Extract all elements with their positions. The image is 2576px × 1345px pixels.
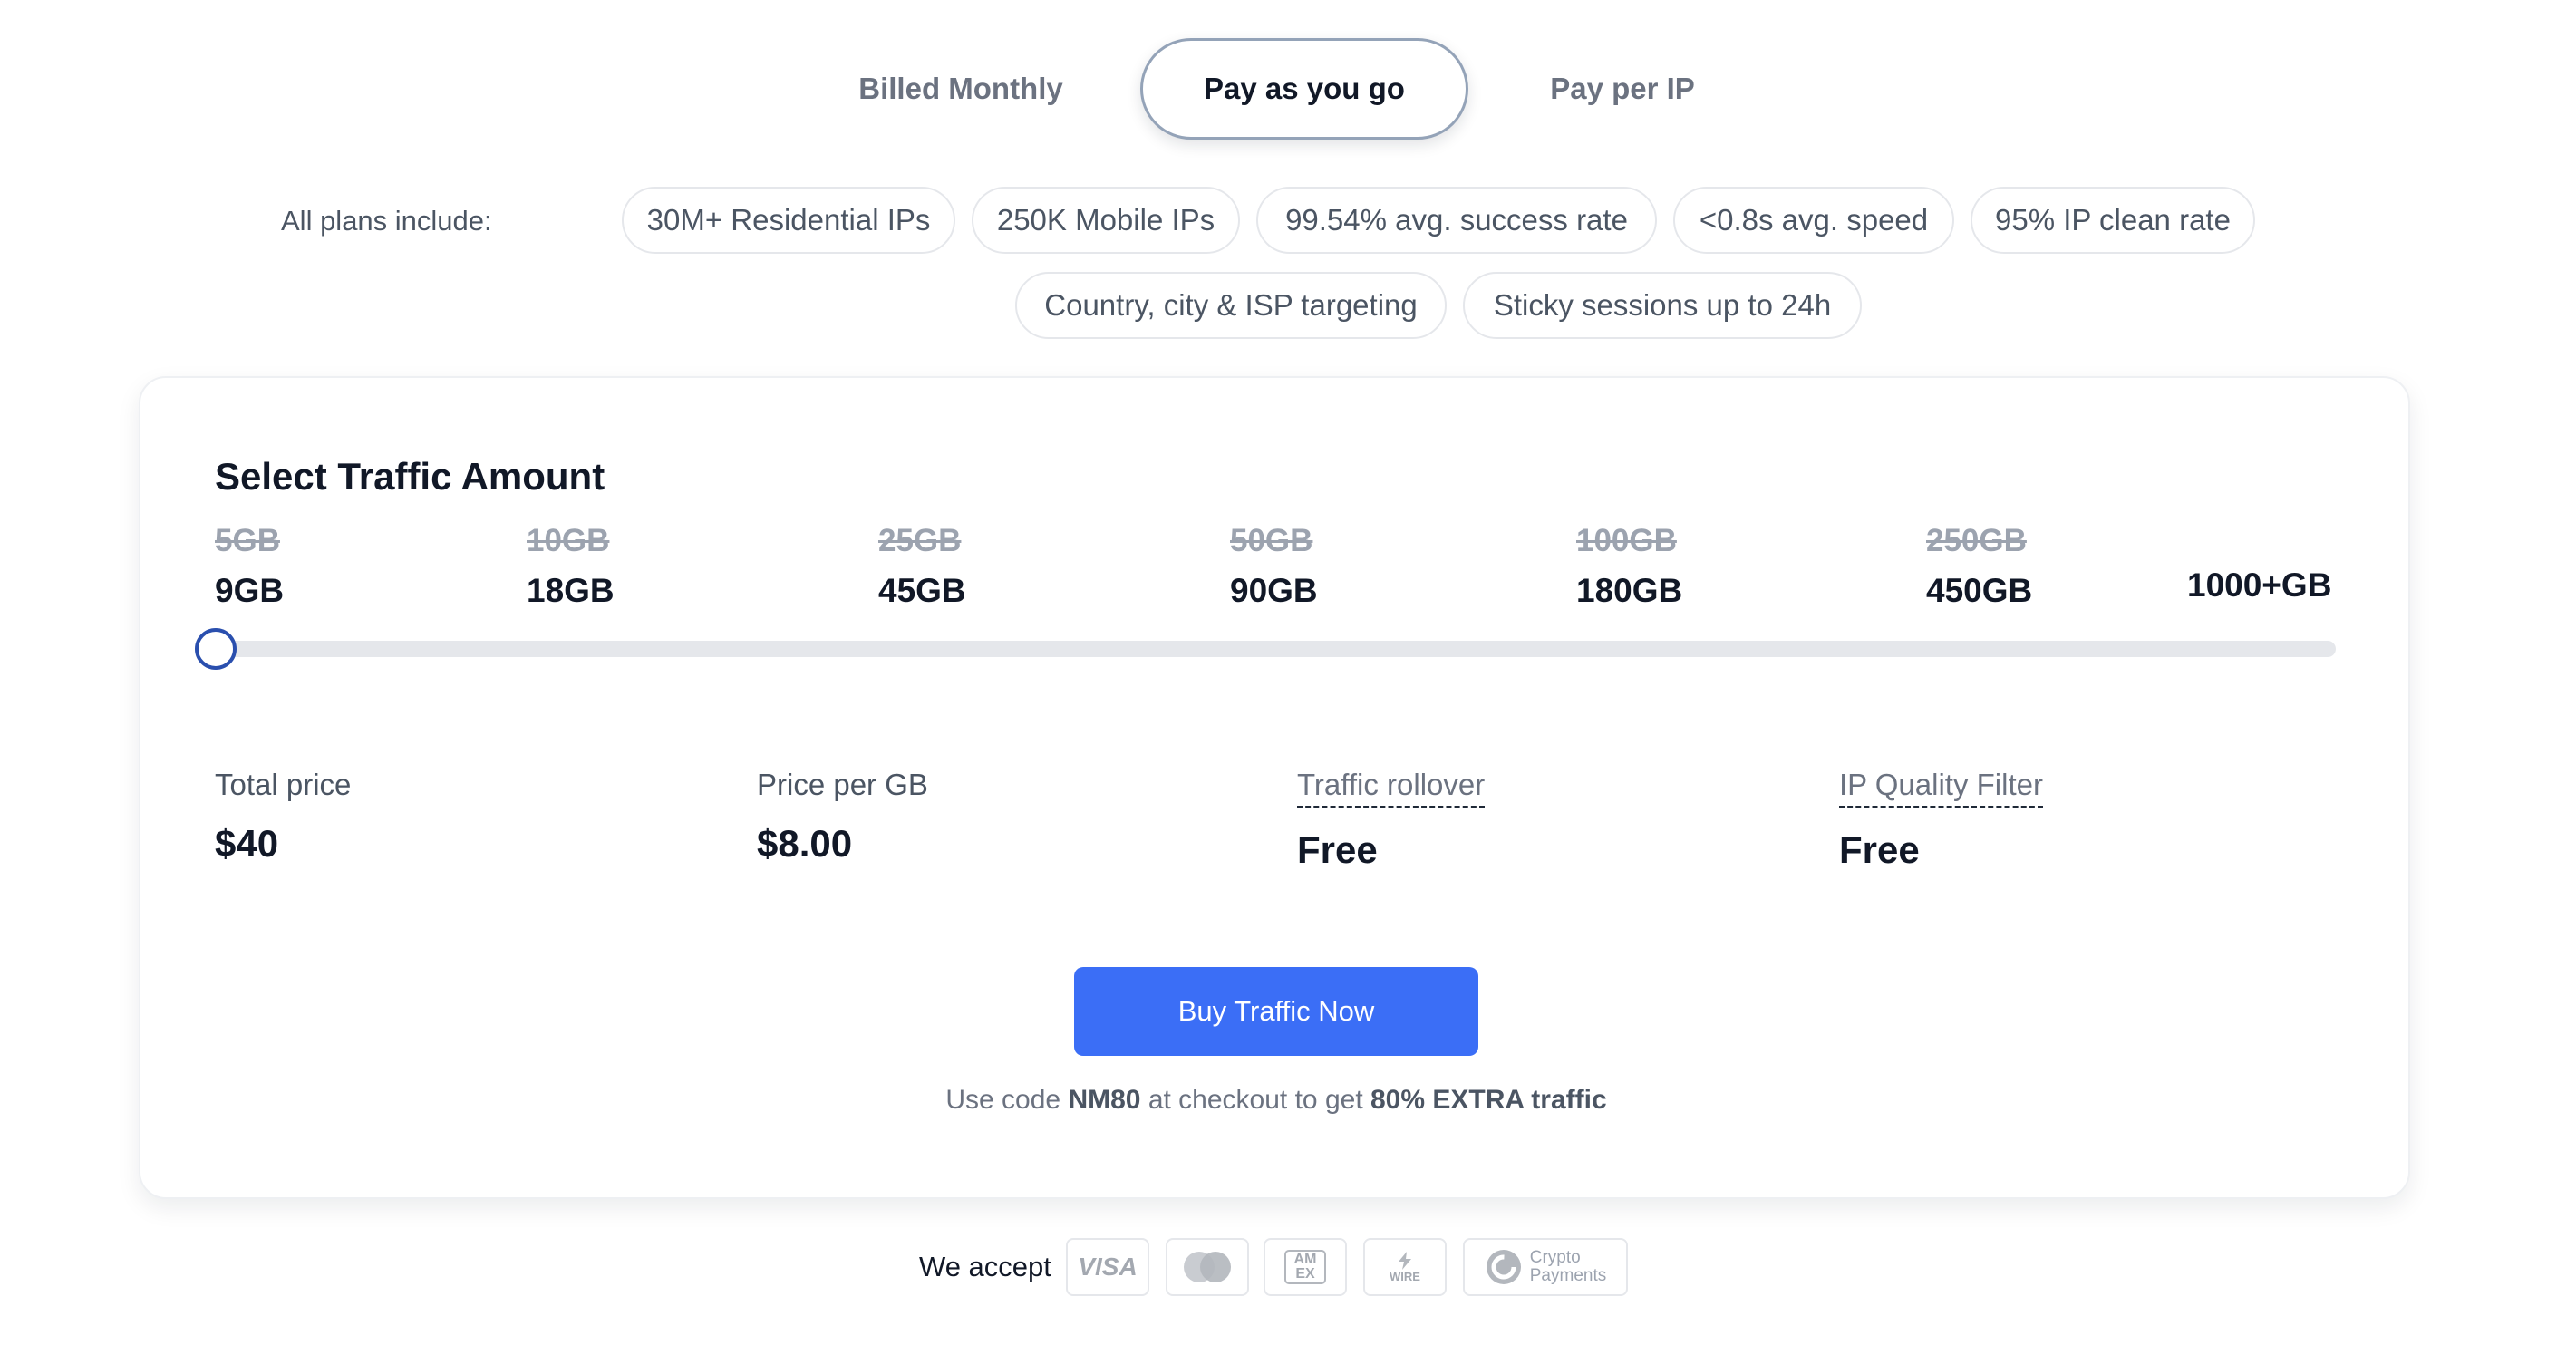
stat-traffic-rollover: Traffic rollover Free — [1297, 768, 1486, 872]
visa-text: VISA — [1078, 1253, 1138, 1281]
promo-code: NM80 — [1068, 1085, 1141, 1115]
tier-option[interactable]: 5GB 9GB — [215, 523, 284, 610]
tier-old-amount: 5GB — [215, 523, 280, 558]
promo-bonus: 80% EXTRA traffic — [1370, 1085, 1607, 1115]
tier-option[interactable]: 50GB 90GB — [1230, 523, 1318, 610]
traffic-slider-thumb[interactable] — [195, 628, 237, 670]
mastercard-icon — [1166, 1238, 1249, 1296]
stat-value: $40 — [215, 822, 279, 865]
tier-option[interactable]: 100GB 180GB — [1576, 523, 1682, 610]
stat-total-price: Total price $40 — [215, 768, 351, 866]
tab-billed-monthly[interactable]: Billed Monthly — [834, 38, 1088, 140]
tab-pay-as-you-go[interactable]: Pay as you go — [1140, 38, 1468, 140]
mastercard-circles-icon — [1184, 1252, 1231, 1282]
traffic-card: Select Traffic Amount 5GB 9GB 10GB 18GB … — [139, 376, 2410, 1199]
crypto-label: Crypto Payments — [1530, 1249, 1606, 1285]
tier-old-amount: 25GB — [878, 523, 962, 558]
tier-new-amount: 45GB — [878, 572, 966, 609]
tier-old-amount: 100GB — [1576, 523, 1677, 558]
tier-old-amount: 50GB — [1230, 523, 1313, 558]
visa-icon: VISA — [1066, 1238, 1149, 1296]
promo-middle: at checkout to get — [1148, 1085, 1363, 1115]
amex-text: AM EX — [1293, 1252, 1317, 1282]
tier-new-amount: 90GB — [1230, 572, 1318, 609]
tier-option[interactable]: 10GB 18GB — [527, 523, 615, 610]
promo-text: Use code NM80 at checkout to get 80% EXT… — [140, 1085, 2412, 1116]
feature-chip: 99.54% avg. success rate — [1256, 187, 1657, 254]
buy-traffic-button[interactable]: Buy Traffic Now — [1074, 967, 1478, 1056]
feature-chip: 250K Mobile IPs — [972, 187, 1240, 254]
promo-prefix: Use code — [945, 1085, 1061, 1115]
amex-icon: AM EX — [1264, 1238, 1347, 1296]
tier-new-amount: 9GB — [215, 572, 285, 609]
feature-chip: Country, city & ISP targeting — [1015, 272, 1447, 339]
stat-value: $8.00 — [757, 822, 853, 865]
tier-option[interactable]: 250GB 450GB — [1926, 523, 2032, 610]
tier-old-amount: 10GB — [527, 523, 610, 558]
crypto-payments-icon: Crypto Payments — [1463, 1238, 1628, 1296]
tab-pay-per-ip[interactable]: Pay per IP — [1505, 38, 1740, 140]
card-title: Select Traffic Amount — [215, 455, 605, 498]
feature-chip: Sticky sessions up to 24h — [1463, 272, 1862, 339]
stat-ip-quality-filter: IP Quality Filter Free — [1839, 768, 2043, 872]
feature-chip: <0.8s avg. speed — [1673, 187, 1954, 254]
stat-label-tooltip[interactable]: Traffic rollover — [1297, 768, 1486, 808]
stat-label: Total price — [215, 768, 352, 801]
tier-new-amount: 180GB — [1576, 572, 1683, 609]
stat-label-tooltip[interactable]: IP Quality Filter — [1839, 768, 2043, 808]
plans-include-label: All plans include: — [281, 205, 492, 237]
tier-new-amount: 450GB — [1926, 572, 2033, 609]
traffic-slider-track[interactable] — [215, 641, 2336, 657]
stat-value: Free — [1297, 828, 1378, 871]
crypto-line-2: Payments — [1529, 1266, 1607, 1285]
tier-new-amount: 18GB — [527, 572, 615, 609]
stat-label: Price per GB — [757, 768, 928, 801]
feature-chip: 30M+ Residential IPs — [622, 187, 955, 254]
wire-transfer-icon: WIRE — [1363, 1238, 1447, 1296]
stat-value: Free — [1839, 828, 1920, 871]
tier-option-max[interactable]: 1000+GB — [2187, 566, 2331, 605]
wire-text: WIRE — [1390, 1270, 1420, 1283]
feature-chip: 95% IP clean rate — [1971, 187, 2255, 254]
tier-old-amount: 250GB — [1926, 523, 2027, 558]
tier-option[interactable]: 25GB 45GB — [878, 523, 966, 610]
we-accept-label: We accept — [919, 1251, 1051, 1282]
billing-tabs: Billed Monthly Pay as you go Pay per IP — [0, 38, 2576, 140]
wire-lightning-icon — [1399, 1252, 1411, 1270]
crypto-coin-icon — [1486, 1250, 1521, 1284]
stat-price-per-gb: Price per GB $8.00 — [757, 768, 928, 866]
crypto-line-1: Crypto — [1529, 1248, 1581, 1267]
